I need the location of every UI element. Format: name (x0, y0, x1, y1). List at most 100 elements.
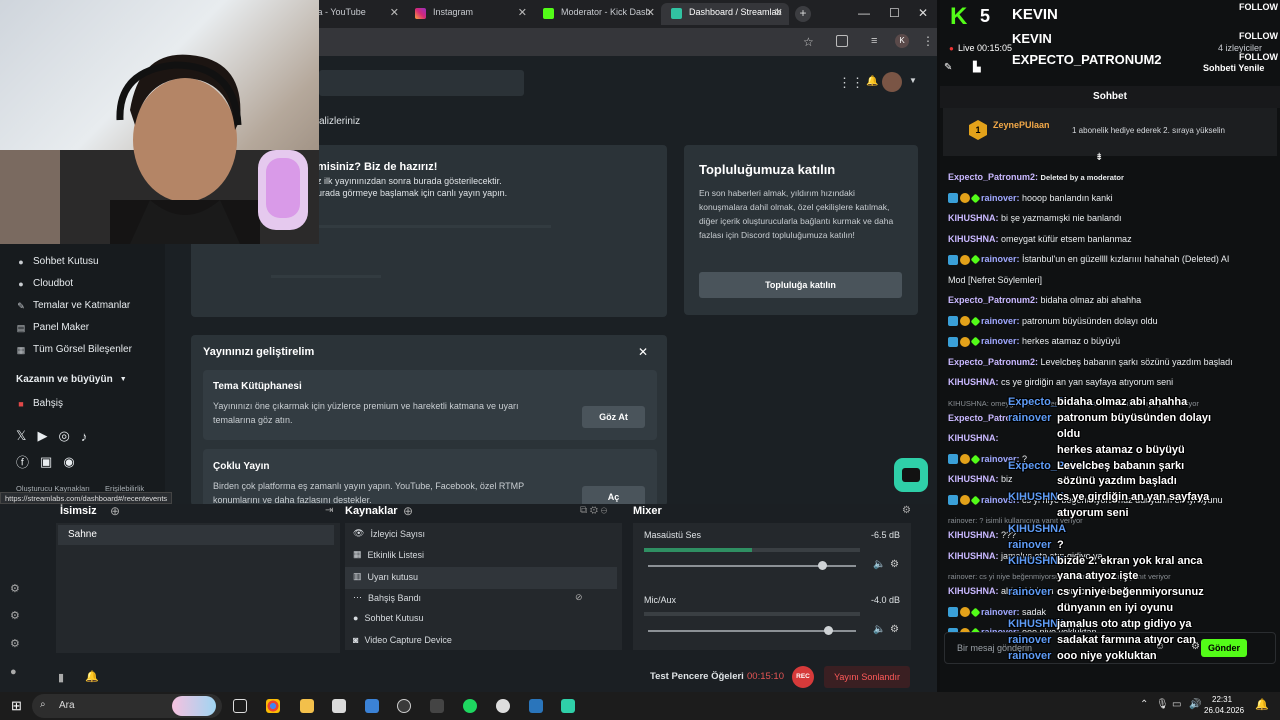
task-view-icon[interactable] (233, 699, 247, 713)
close-icon[interactable]: ✕ (518, 6, 527, 19)
capcut-icon[interactable] (430, 699, 444, 713)
browse-button[interactable]: Göz At (582, 406, 645, 428)
instagram-icon[interactable]: ◎ (58, 428, 69, 444)
tab-kick-moderator[interactable]: Moderator - Kick Dash ✕ (533, 3, 661, 25)
scroll-icon[interactable]: ⇟ (1095, 152, 1103, 163)
add-source-icon[interactable]: ⊕ (403, 504, 413, 518)
source-options-icon[interactable]: ⧉ ⚙ ⊖ (580, 505, 607, 516)
studio-icon[interactable]: ⚙ (10, 582, 20, 595)
source-item[interactable]: ▥ Uyarı kutusu (353, 571, 418, 582)
chat-username[interactable]: Expecto_Patronum2: (948, 357, 1041, 367)
stats-icon[interactable]: ▮ (58, 671, 64, 684)
x-icon[interactable]: 𝕏 (16, 428, 26, 444)
chat-username[interactable]: Expecto_Patronum2: (948, 295, 1041, 305)
speaker-icon[interactable]: 🔈 (873, 624, 885, 635)
mixer-settings-icon[interactable]: ⚙ (902, 505, 911, 516)
settings-icon[interactable]: ⚙ (1191, 641, 1200, 652)
maximize-icon[interactable]: ☐ (889, 6, 900, 20)
gear-icon[interactable]: ⚙ (890, 624, 899, 635)
refresh-chat-button[interactable]: Sohbeti Yenile (1203, 63, 1264, 73)
steam-icon[interactable] (529, 699, 543, 713)
extensions-icon[interactable] (836, 35, 848, 47)
send-button[interactable]: Gönder (1201, 639, 1247, 657)
volume-icon[interactable]: 🔊 (1189, 699, 1201, 710)
bell-icon[interactable]: 🔔 (866, 76, 878, 87)
chat-username[interactable]: KIHUSHNA: (948, 586, 1001, 596)
chat-username[interactable]: KIHUSHNA: (948, 530, 1001, 540)
streamlabs-icon[interactable] (561, 699, 575, 713)
spotify-icon[interactable] (463, 699, 477, 713)
obs-icon[interactable] (397, 699, 411, 713)
profile-icon[interactable]: ● (10, 666, 17, 678)
search-input[interactable] (319, 70, 524, 96)
scene-item[interactable]: Sahne (58, 525, 334, 545)
chat-username[interactable]: rainover: (981, 336, 1022, 346)
facebook-icon[interactable]: ⓕ (16, 452, 29, 471)
close-icon[interactable]: ✕ (646, 6, 655, 19)
tray-chevron-icon[interactable]: ⌃ (1140, 699, 1148, 710)
minimize-icon[interactable]: — (858, 6, 870, 20)
chevron-down-icon[interactable]: ▼ (909, 76, 917, 85)
sidebar-item-widgets[interactable]: ▦ Tüm Görsel Bileşenler (16, 344, 132, 355)
chat-username[interactable]: rainover: (981, 254, 1022, 264)
clock-time[interactable]: 22:31 (1212, 695, 1232, 704)
speaker-icon[interactable]: 🔈 (873, 559, 885, 570)
chat-username[interactable]: KIHUSHNA: (948, 474, 1001, 484)
windows-start-icon[interactable]: ⊞ (11, 698, 22, 714)
file-explorer-icon[interactable] (300, 699, 314, 713)
volume-slider[interactable] (648, 561, 856, 570)
bookmark-star-icon[interactable]: ☆ (803, 35, 814, 49)
media-control-icon[interactable]: ≡ (871, 35, 877, 47)
gear-icon[interactable]: ⚙ (890, 559, 899, 570)
menu-icon[interactable]: ⋮ (922, 34, 934, 48)
sidebar-item-donation[interactable]: ■ Bahşiş (16, 398, 63, 409)
emote-icon[interactable]: ☺ (1155, 641, 1165, 652)
chat-username[interactable]: rainover: (981, 316, 1022, 326)
clock-date[interactable]: 26.04.2026 (1204, 706, 1244, 715)
streamlabs-widget-icon[interactable] (894, 458, 928, 492)
end-stream-button[interactable]: Yayını Sonlandır (824, 666, 910, 688)
source-item[interactable]: ◙ Video Capture Device (353, 635, 452, 645)
scene-layout-icon[interactable]: ⇥ (325, 505, 333, 516)
profile-avatar[interactable]: K (895, 34, 909, 48)
linkedin-icon[interactable]: ▣ (40, 454, 52, 470)
network-icon[interactable]: ▭ (1172, 699, 1181, 710)
source-item[interactable]: 👁 İzleyici Sayısı (353, 528, 425, 539)
slider-knob[interactable] (824, 626, 833, 635)
hidden-eye-icon[interactable]: ⊘ (575, 592, 583, 603)
notifications-icon[interactable]: 🔔 (85, 670, 99, 683)
notification-bell-icon[interactable]: 🔔 (1255, 698, 1269, 711)
add-scene-icon[interactable]: ⊕ (110, 504, 120, 518)
open-button[interactable]: Aç (582, 486, 645, 506)
youtube-icon[interactable]: ▶ (37, 428, 47, 444)
volume-slider[interactable] (648, 626, 856, 635)
source-item[interactable]: ▦ Etkinlik Listesi (353, 549, 424, 560)
user-avatar[interactable] (882, 72, 902, 92)
source-item[interactable]: ⋯ Bahşiş Bandı ⊘ (353, 592, 583, 603)
store-icon[interactable] (332, 699, 346, 713)
source-item[interactable]: ● Sohbet Kutusu (353, 613, 423, 623)
sidebar-item-chatbox[interactable]: ● Sohbet Kutusu (16, 256, 98, 267)
eye-icon[interactable]: 👁 (353, 528, 364, 539)
pencil-icon[interactable]: ✎ (944, 62, 952, 73)
new-tab-button[interactable]: + (795, 6, 811, 22)
chat-username[interactable]: KIHUSHNA: (948, 234, 1001, 244)
tiktok-icon[interactable]: ♪ (81, 429, 88, 444)
apps-grid-icon[interactable]: ⋮⋮ (838, 75, 864, 91)
mic-icon[interactable]: 🎙 (1156, 699, 1169, 710)
message-input[interactable]: Bir mesaj gönderin ☺ ⚙ Gönder (944, 632, 1276, 664)
slider-knob[interactable] (818, 561, 827, 570)
close-icon[interactable]: ✕ (638, 345, 648, 359)
themes-icon[interactable]: ⚙ (10, 609, 20, 622)
discord-icon[interactable]: ◉ (63, 454, 74, 470)
mail-icon[interactable] (365, 699, 379, 713)
sidebar-item-cloudbot[interactable]: ● Cloudbot (16, 278, 73, 289)
chrome-icon[interactable] (266, 699, 280, 713)
sidebar-item-panel-maker[interactable]: ▤ Panel Maker (16, 322, 89, 333)
close-icon[interactable]: ✕ (390, 6, 399, 19)
chat-username[interactable]: rainover: (981, 193, 1022, 203)
taskbar-search[interactable]: ⌕ Ara (32, 694, 222, 718)
earn-section-header[interactable]: Kazanın ve büyüyün ▼ (16, 374, 127, 385)
chat-username[interactable]: Expecto_Patronum2: (948, 172, 1041, 182)
sidebar-item-themes[interactable]: ✎ Temalar ve Katmanlar (16, 300, 130, 311)
